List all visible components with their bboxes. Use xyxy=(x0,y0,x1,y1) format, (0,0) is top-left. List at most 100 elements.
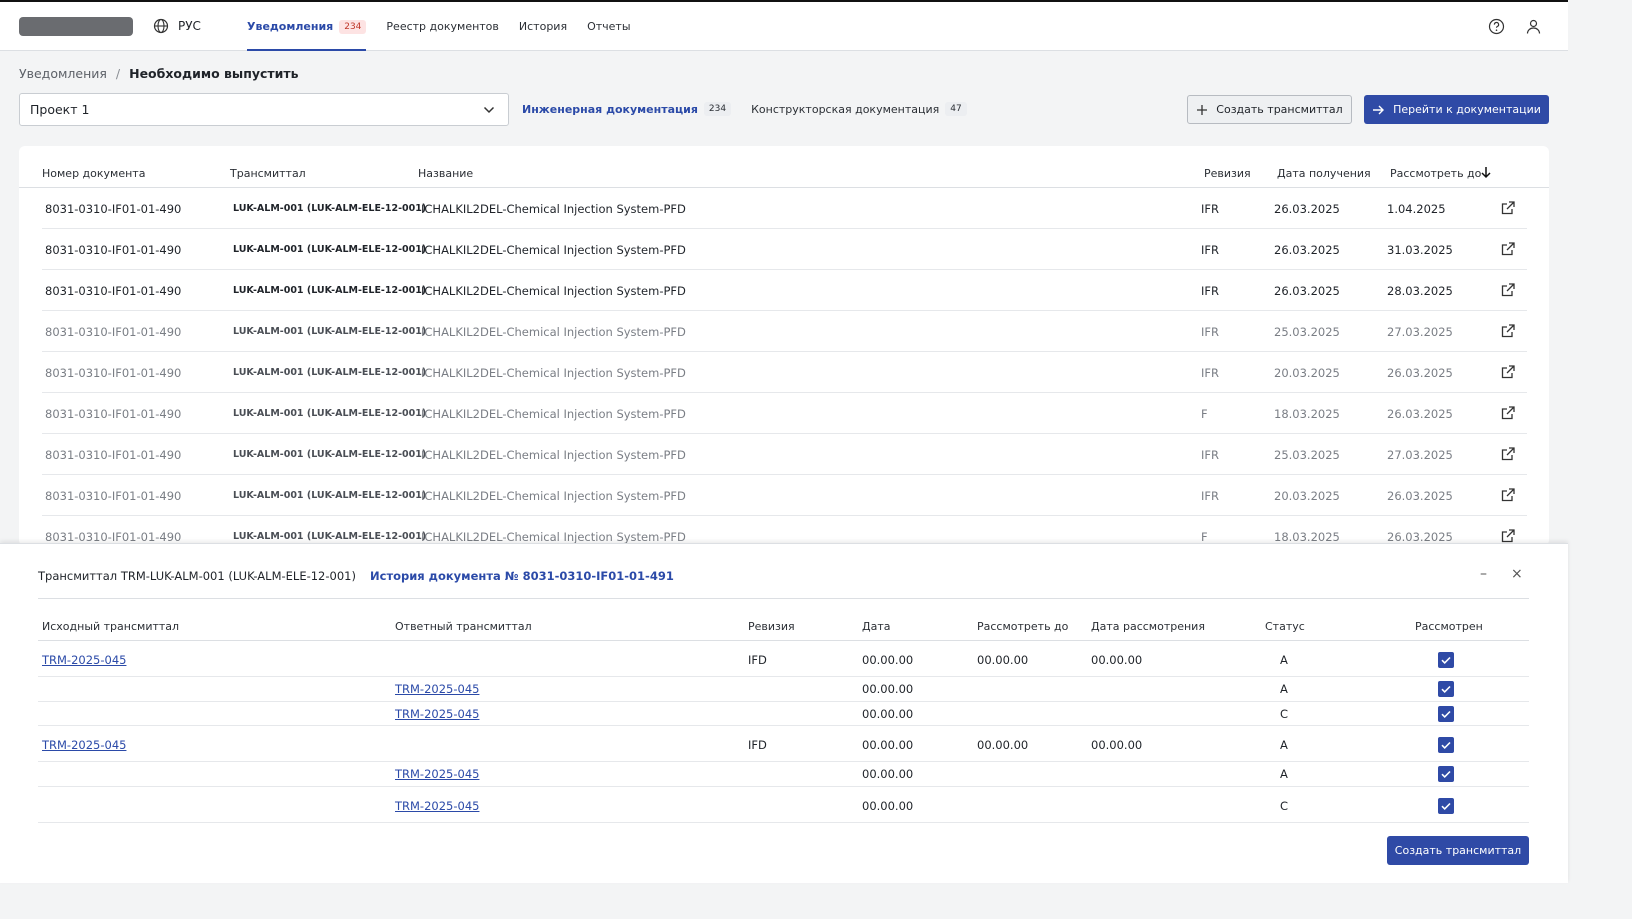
external-link-icon[interactable] xyxy=(1500,364,1516,383)
col-header-review-date: Дата рассмотрения xyxy=(1091,620,1205,633)
cell-review-due: 26.03.2025 xyxy=(1387,530,1453,544)
close-icon[interactable]: × xyxy=(1511,566,1523,582)
cell-received-date: 18.03.2025 xyxy=(1274,407,1340,421)
reviewed-checkbox[interactable] xyxy=(1438,681,1454,697)
table-row[interactable]: 8031-0310-IF01-01-490 LUK-ALM-001 (LUK-AL… xyxy=(42,475,1527,516)
table-row[interactable]: 8031-0310-IF01-01-490 LUK-ALM-001 (LUK-AL… xyxy=(42,434,1527,475)
cell-response-transmittal[interactable]: TRM-2025-045 xyxy=(395,707,479,721)
cell-revision: IFR xyxy=(1201,448,1219,462)
cell-received-date: 25.03.2025 xyxy=(1274,325,1340,339)
cell-source-transmittal[interactable]: TRM-2025-045 xyxy=(42,653,126,667)
cell-revision: F xyxy=(1201,407,1208,421)
breadcrumb-parent[interactable]: Уведомления xyxy=(19,66,107,81)
nav-tab-reports[interactable]: Отчеты xyxy=(587,2,630,51)
transmittal-table-header: Исходный трансмиттал Ответный трансмитта… xyxy=(38,620,1529,641)
transmittal-row: TRM-2025-045 IFD 00.00.00 00.00.00 00.00.00 A xyxy=(38,726,1529,762)
reviewed-checkbox[interactable] xyxy=(1438,737,1454,753)
transmittal-row: TRM-2025-045 IFD 00.00.00 00.00.00 00.00.00 A xyxy=(38,641,1529,677)
user-icon[interactable] xyxy=(1525,18,1542,35)
cell-status: C xyxy=(1280,799,1289,813)
table-row[interactable]: 8031-0310-IF01-01-490 LUK-ALM-001 (LUK-AL… xyxy=(42,311,1527,352)
breadcrumb: Уведомления / Необходимо выпустить xyxy=(19,66,299,81)
external-link-icon[interactable] xyxy=(1500,323,1516,342)
checkmark-icon xyxy=(1441,685,1451,694)
cell-response-transmittal[interactable]: TRM-2025-045 xyxy=(395,799,479,813)
external-link-icon[interactable] xyxy=(1500,282,1516,301)
cell-review-due: 26.03.2025 xyxy=(1387,489,1453,503)
language-switcher[interactable]: РУС xyxy=(153,18,201,34)
cell-revision: IFR xyxy=(1201,243,1219,257)
table-row[interactable]: 8031-0310-IF01-01-490 LUK-ALM-001 (LUK-AL… xyxy=(42,188,1527,229)
table-row[interactable]: 8031-0310-IF01-01-490 LUK-ALM-001 (LUK-AL… xyxy=(42,516,1527,546)
cell-received-date: 26.03.2025 xyxy=(1274,202,1340,216)
header-actions xyxy=(1488,18,1542,35)
reviewed-checkbox[interactable] xyxy=(1438,706,1454,722)
cell-date: 00.00.00 xyxy=(862,653,914,667)
app-logo[interactable] xyxy=(19,17,133,36)
reviewed-checkbox[interactable] xyxy=(1438,798,1454,814)
nav-tab-history[interactable]: История xyxy=(519,2,567,51)
cell-review-due: 27.03.2025 xyxy=(1387,325,1453,339)
table-row[interactable]: 8031-0310-IF01-01-490 LUK-ALM-001 (LUK-AL… xyxy=(42,352,1527,393)
nav-label: Отчеты xyxy=(587,20,631,33)
cell-review-due: 26.03.2025 xyxy=(1387,407,1453,421)
col-header-status: Статус xyxy=(1265,620,1305,633)
cell-name: ICHALKIL2DEL-Chemical Injection System-P… xyxy=(421,284,686,298)
create-transmittal-bottom-button[interactable]: Создать трансмиттал xyxy=(1387,836,1529,865)
button-label: Создать трансмиттал xyxy=(1394,844,1522,857)
reviewed-checkbox[interactable] xyxy=(1438,652,1454,668)
external-link-icon[interactable] xyxy=(1500,241,1516,260)
cell-revision: IFD xyxy=(748,653,767,667)
cell-name: ICHALKIL2DEL-Chemical Injection System-P… xyxy=(421,202,686,216)
col-header-name[interactable]: Название xyxy=(418,167,473,180)
checkmark-icon xyxy=(1441,802,1451,811)
table-row[interactable]: 8031-0310-IF01-01-490 LUK-ALM-001 (LUK-AL… xyxy=(42,270,1527,311)
nav-tab-notifications[interactable]: Уведомления 234 xyxy=(247,2,367,51)
col-header-revision[interactable]: Ревизия xyxy=(1204,167,1251,180)
minimize-icon[interactable]: – xyxy=(1480,566,1487,582)
go-to-docs-button[interactable]: Перейти к документации xyxy=(1364,95,1549,124)
nav-tab-registry[interactable]: Реестр документов xyxy=(386,2,498,51)
external-link-icon[interactable] xyxy=(1500,487,1516,506)
cell-review-due: 00.00.00 xyxy=(977,653,1029,667)
cell-review-date: 00.00.00 xyxy=(1091,738,1143,752)
cell-source-transmittal[interactable]: TRM-2025-045 xyxy=(42,738,126,752)
cell-doc-number: 8031-0310-IF01-01-490 xyxy=(45,325,182,339)
cell-status: A xyxy=(1280,767,1288,781)
cell-received-date: 25.03.2025 xyxy=(1274,448,1340,462)
cell-response-transmittal[interactable]: TRM-2025-045 xyxy=(395,682,479,696)
col-header-received-date[interactable]: Дата получения xyxy=(1277,167,1371,180)
col-header-revision: Ревизия xyxy=(748,620,795,633)
external-link-icon[interactable] xyxy=(1500,200,1516,219)
tab-engineering-docs[interactable]: Инженерная документация 234 xyxy=(522,102,732,116)
tab-count-badge: 234 xyxy=(703,102,732,116)
reviewed-checkbox[interactable] xyxy=(1438,766,1454,782)
sort-arrow-down-icon[interactable] xyxy=(1480,166,1492,179)
cell-transmittal: LUK-ALM-001 (LUK-ALM-ELE-12-001) xyxy=(233,449,427,460)
table-row[interactable]: 8031-0310-IF01-01-490 LUK-ALM-001 (LUK-AL… xyxy=(42,393,1527,434)
cell-doc-number: 8031-0310-IF01-01-490 xyxy=(45,407,182,421)
col-header-transmittal[interactable]: Трансмиттал xyxy=(230,167,306,180)
cell-revision: IFR xyxy=(1201,325,1219,339)
external-link-icon[interactable] xyxy=(1500,405,1516,424)
help-icon[interactable] xyxy=(1488,18,1505,35)
cell-review-due: 31.03.2025 xyxy=(1387,243,1453,257)
button-label: Перейти к документации xyxy=(1393,103,1541,116)
col-header-doc-number[interactable]: Номер документа xyxy=(42,167,145,180)
cell-revision: IFR xyxy=(1201,284,1219,298)
tab-design-docs[interactable]: Конструкторская документация 47 xyxy=(751,102,967,116)
nav-label: Уведомления xyxy=(247,20,334,33)
external-link-icon[interactable] xyxy=(1500,446,1516,465)
cell-response-transmittal[interactable]: TRM-2025-045 xyxy=(395,767,479,781)
project-select[interactable]: Проект 1 xyxy=(19,93,509,126)
col-header-review-due[interactable]: Рассмотреть до xyxy=(1390,167,1481,180)
document-history-link[interactable]: История документа № 8031-0310-IF01-01-49… xyxy=(370,569,674,583)
create-transmittal-button[interactable]: Создать трансмиттал xyxy=(1187,95,1352,124)
panel-title: Трансмиттал TRM-LUK-ALM-001 (LUK-ALM-ELE… xyxy=(38,569,356,583)
cell-received-date: 18.03.2025 xyxy=(1274,530,1340,544)
col-header-reviewed: Рассмотрен xyxy=(1415,620,1483,633)
table-row[interactable]: 8031-0310-IF01-01-490 LUK-ALM-001 (LUK-AL… xyxy=(42,229,1527,270)
checkmark-icon xyxy=(1441,710,1451,719)
cell-review-date: 00.00.00 xyxy=(1091,653,1143,667)
cell-date: 00.00.00 xyxy=(862,767,914,781)
